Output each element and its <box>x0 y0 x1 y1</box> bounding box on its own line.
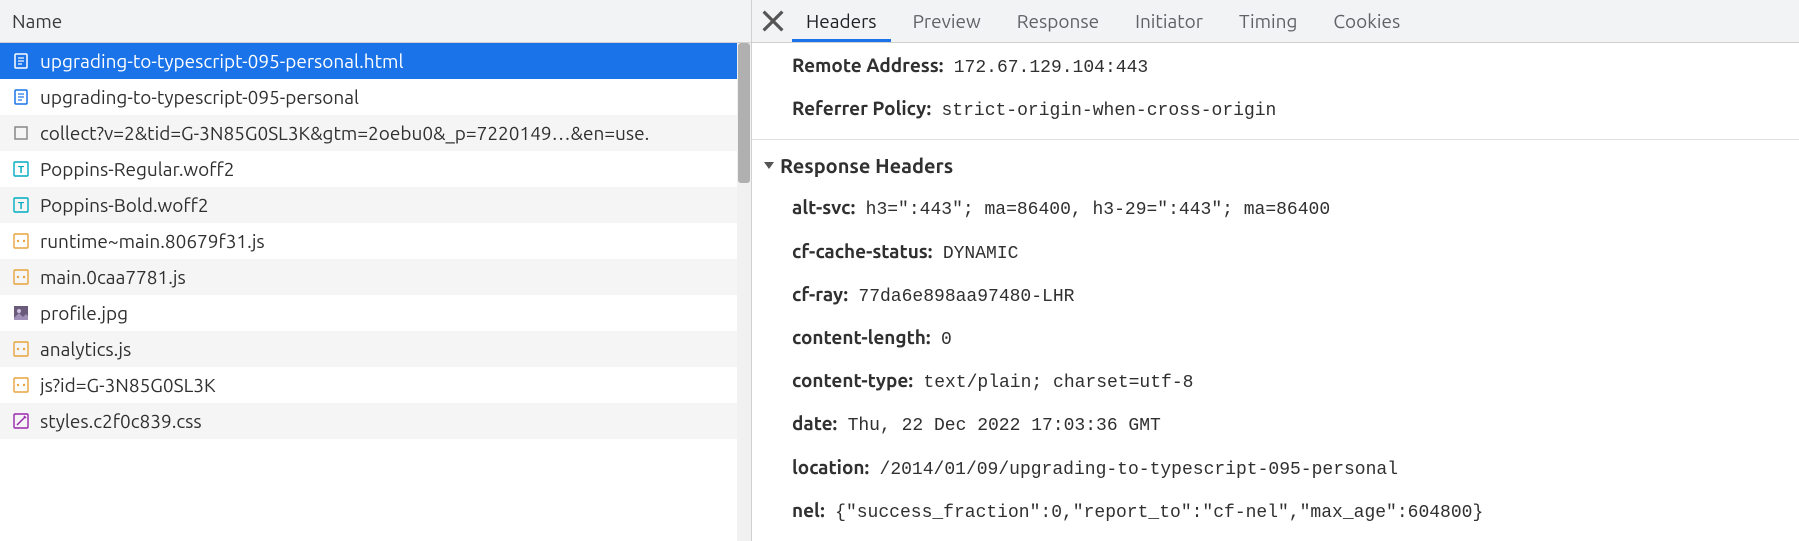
header-key: nel: <box>792 499 825 521</box>
header-row: content-length: 0 <box>792 317 1781 360</box>
request-row[interactable]: analytics.js <box>0 331 751 367</box>
header-row: alt-svc: h3=":443"; ma=86400, h3-29=":44… <box>792 187 1781 230</box>
request-label: analytics.js <box>40 338 131 360</box>
js-icon <box>12 268 30 286</box>
img-icon <box>12 304 30 322</box>
svg-text:T: T <box>18 165 24 176</box>
request-row[interactable]: T Poppins-Bold.woff2 <box>0 187 751 223</box>
header-key: location: <box>792 456 869 478</box>
header-value: h3=":443"; ma=86400, h3-29=":443"; ma=86… <box>866 200 1330 220</box>
css-icon <box>12 412 30 430</box>
scrollbar-thumb[interactable] <box>738 43 750 183</box>
request-row[interactable]: js?id=G-3N85G0SL3K <box>0 367 751 403</box>
request-label: upgrading-to-typescript-095-personal <box>40 86 359 108</box>
tab-timing[interactable]: Timing <box>1221 0 1315 42</box>
header-row: location: /2014/01/09/upgrading-to-types… <box>792 447 1781 490</box>
tab-preview[interactable]: Preview <box>895 0 999 42</box>
header-value: Thu, 22 Dec 2022 17:03:36 GMT <box>848 416 1161 436</box>
header-key: cf-ray: <box>792 283 848 305</box>
request-label: runtime~main.80679f31.js <box>40 230 265 252</box>
request-row[interactable]: styles.c2f0c839.css <box>0 403 751 439</box>
header-key: content-length: <box>792 326 931 348</box>
response-headers-section[interactable]: Response Headers <box>752 139 1799 185</box>
tab-cookies[interactable]: Cookies <box>1315 0 1418 42</box>
header-row: content-type: text/plain; charset=utf-8 <box>792 360 1781 403</box>
disclosure-triangle-icon <box>764 162 774 169</box>
header-key: cf-cache-status: <box>792 240 932 262</box>
doc-icon <box>12 52 30 70</box>
header-value: 172.67.129.104:443 <box>954 58 1148 78</box>
network-request-list-panel: Name upgrading-to-typescript-095-persona… <box>0 0 752 541</box>
tab-response[interactable]: Response <box>999 0 1117 42</box>
header-row: nel: {"success_fraction":0,"report_to":"… <box>792 490 1781 533</box>
header-row: cf-cache-status: DYNAMIC <box>792 231 1781 274</box>
request-row[interactable]: collect?v=2&tid=G-3N85G0SL3K&gtm=2oebu0&… <box>0 115 751 151</box>
header-row: Remote Address: 172.67.129.104:443 <box>792 45 1781 88</box>
scrollbar-track[interactable] <box>737 43 751 541</box>
header-value: /2014/01/09/upgrading-to-typescript-095-… <box>880 460 1398 480</box>
request-row[interactable]: upgrading-to-typescript-095-personal <box>0 79 751 115</box>
request-row[interactable]: runtime~main.80679f31.js <box>0 223 751 259</box>
detail-tab-bar: HeadersPreviewResponseInitiatorTimingCoo… <box>752 0 1799 43</box>
request-label: js?id=G-3N85G0SL3K <box>40 374 216 396</box>
column-header-label: Name <box>12 10 62 32</box>
js-icon <box>12 232 30 250</box>
request-row[interactable]: main.0caa7781.js <box>0 259 751 295</box>
doc-icon <box>12 88 30 106</box>
header-key: Referrer Policy: <box>792 97 931 119</box>
response-headers-title: Response Headers <box>780 154 953 177</box>
request-row[interactable]: T Poppins-Regular.woff2 <box>0 151 751 187</box>
beacon-icon <box>12 124 30 142</box>
header-key: content-type: <box>792 369 913 391</box>
column-header-name[interactable]: Name <box>0 0 751 43</box>
header-key: date: <box>792 412 837 434</box>
request-label: Poppins-Bold.woff2 <box>40 194 209 216</box>
header-value: {"success_fraction":0,"report_to":"cf-ne… <box>835 503 1483 523</box>
header-row: Referrer Policy: strict-origin-when-cros… <box>792 88 1781 131</box>
js-icon <box>12 340 30 358</box>
header-row: cf-ray: 77da6e898aa97480-LHR <box>792 274 1781 317</box>
tab-initiator[interactable]: Initiator <box>1117 0 1221 42</box>
header-value: 77da6e898aa97480-LHR <box>858 287 1074 307</box>
request-label: collect?v=2&tid=G-3N85G0SL3K&gtm=2oebu0&… <box>40 122 649 144</box>
request-label: profile.jpg <box>40 302 128 324</box>
detail-body: Remote Address: 172.67.129.104:443Referr… <box>752 43 1799 541</box>
request-label: Poppins-Regular.woff2 <box>40 158 234 180</box>
header-row: date: Thu, 22 Dec 2022 17:03:36 GMT <box>792 403 1781 446</box>
tab-headers[interactable]: Headers <box>788 0 895 42</box>
font-icon: T <box>12 160 30 178</box>
request-row[interactable]: upgrading-to-typescript-095-personal.htm… <box>0 43 751 79</box>
header-value: strict-origin-when-cross-origin <box>942 101 1277 121</box>
general-headers-block: Remote Address: 172.67.129.104:443Referr… <box>752 43 1799 133</box>
header-value: text/plain; charset=utf-8 <box>923 373 1193 393</box>
request-row[interactable]: profile.jpg <box>0 295 751 331</box>
header-key: Remote Address: <box>792 54 943 76</box>
js-icon <box>12 376 30 394</box>
request-detail-panel: HeadersPreviewResponseInitiatorTimingCoo… <box>752 0 1799 541</box>
header-key: alt-svc: <box>792 196 855 218</box>
header-value: DYNAMIC <box>943 244 1019 264</box>
request-label: upgrading-to-typescript-095-personal.htm… <box>40 50 403 72</box>
font-icon: T <box>12 196 30 214</box>
request-list: upgrading-to-typescript-095-personal.htm… <box>0 43 751 541</box>
request-label: styles.c2f0c839.css <box>40 410 202 432</box>
request-label: main.0caa7781.js <box>40 266 186 288</box>
header-value: 0 <box>941 330 952 350</box>
svg-text:T: T <box>18 201 24 212</box>
close-icon[interactable] <box>758 0 788 42</box>
response-headers-block: alt-svc: h3=":443"; ma=86400, h3-29=":44… <box>752 185 1799 535</box>
